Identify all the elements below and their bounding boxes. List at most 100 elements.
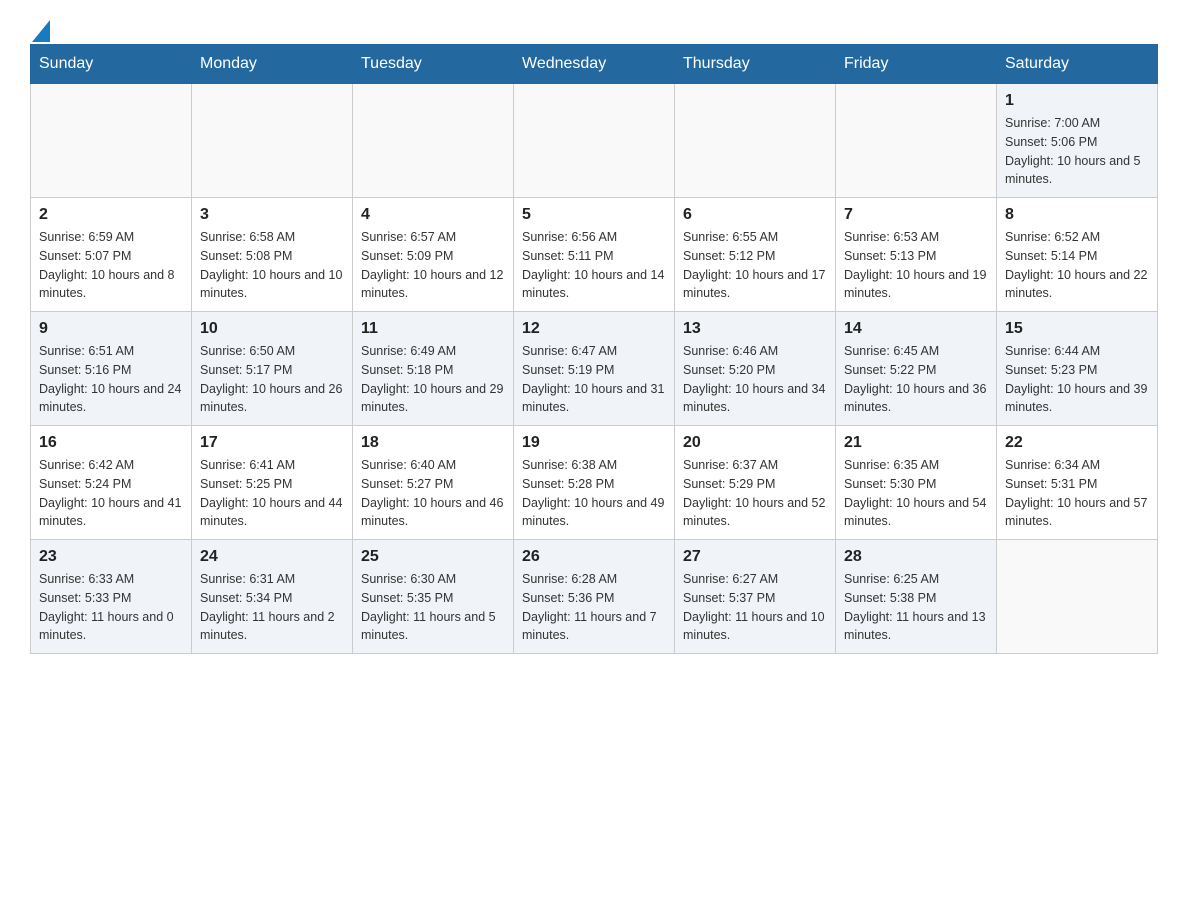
calendar-header-row: SundayMondayTuesdayWednesdayThursdayFrid… [31, 45, 1158, 84]
calendar-day-cell: 10 Sunrise: 6:50 AM Sunset: 5:17 PM Dayli… [192, 312, 353, 426]
calendar-day-cell [675, 84, 836, 198]
day-info: Sunrise: 6:27 AM Sunset: 5:37 PM Dayligh… [683, 570, 827, 645]
calendar-day-cell: 19 Sunrise: 6:38 AM Sunset: 5:28 PM Dayli… [514, 426, 675, 540]
calendar-day-cell: 12 Sunrise: 6:47 AM Sunset: 5:19 PM Dayli… [514, 312, 675, 426]
day-info: Sunrise: 6:57 AM Sunset: 5:09 PM Dayligh… [361, 228, 505, 303]
day-number: 26 [522, 548, 666, 566]
day-number: 21 [844, 434, 988, 452]
calendar-day-cell [353, 84, 514, 198]
calendar-table: SundayMondayTuesdayWednesdayThursdayFrid… [30, 44, 1158, 654]
day-info: Sunrise: 6:45 AM Sunset: 5:22 PM Dayligh… [844, 342, 988, 417]
day-info: Sunrise: 6:41 AM Sunset: 5:25 PM Dayligh… [200, 456, 344, 531]
calendar-week-row: 2 Sunrise: 6:59 AM Sunset: 5:07 PM Daylig… [31, 198, 1158, 312]
calendar-week-row: 16Sunrise: 6:42 AM Sunset: 5:24 PM Dayli… [31, 426, 1158, 540]
day-number: 8 [1005, 206, 1149, 224]
calendar-day-cell: 17 Sunrise: 6:41 AM Sunset: 5:25 PM Dayli… [192, 426, 353, 540]
day-number: 2 [39, 206, 183, 224]
calendar-day-cell [514, 84, 675, 198]
day-info: Sunrise: 6:28 AM Sunset: 5:36 PM Dayligh… [522, 570, 666, 645]
day-number: 19 [522, 434, 666, 452]
calendar-day-cell: 7 Sunrise: 6:53 AM Sunset: 5:13 PM Daylig… [836, 198, 997, 312]
calendar-day-cell: 8 Sunrise: 6:52 AM Sunset: 5:14 PM Daylig… [997, 198, 1158, 312]
calendar-day-cell: 6Sunrise: 6:55 AM Sunset: 5:12 PM Daylig… [675, 198, 836, 312]
day-info: Sunrise: 6:37 AM Sunset: 5:29 PM Dayligh… [683, 456, 827, 531]
day-number: 18 [361, 434, 505, 452]
day-number: 25 [361, 548, 505, 566]
calendar-day-cell: 27 Sunrise: 6:27 AM Sunset: 5:37 PM Dayli… [675, 540, 836, 654]
day-number: 23 [39, 548, 183, 566]
calendar-day-cell: 2 Sunrise: 6:59 AM Sunset: 5:07 PM Daylig… [31, 198, 192, 312]
day-info: Sunrise: 6:34 AM Sunset: 5:31 PM Dayligh… [1005, 456, 1149, 531]
calendar-week-row: 1 Sunrise: 7:00 AM Sunset: 5:06 PM Daylig… [31, 84, 1158, 198]
calendar-day-cell: 15 Sunrise: 6:44 AM Sunset: 5:23 PM Dayli… [997, 312, 1158, 426]
calendar-day-cell: 11 Sunrise: 6:49 AM Sunset: 5:18 PM Dayli… [353, 312, 514, 426]
day-number: 10 [200, 320, 344, 338]
calendar-day-cell [997, 540, 1158, 654]
day-info: Sunrise: 6:30 AM Sunset: 5:35 PM Dayligh… [361, 570, 505, 645]
day-info: Sunrise: 6:58 AM Sunset: 5:08 PM Dayligh… [200, 228, 344, 303]
calendar-day-cell: 24 Sunrise: 6:31 AM Sunset: 5:34 PM Dayli… [192, 540, 353, 654]
day-number: 1 [1005, 92, 1149, 110]
day-info: Sunrise: 6:49 AM Sunset: 5:18 PM Dayligh… [361, 342, 505, 417]
day-info: Sunrise: 6:52 AM Sunset: 5:14 PM Dayligh… [1005, 228, 1149, 303]
day-header-friday: Friday [836, 45, 997, 84]
day-header-wednesday: Wednesday [514, 45, 675, 84]
day-header-tuesday: Tuesday [353, 45, 514, 84]
day-number: 3 [200, 206, 344, 224]
day-number: 14 [844, 320, 988, 338]
day-number: 6 [683, 206, 827, 224]
day-info: Sunrise: 6:50 AM Sunset: 5:17 PM Dayligh… [200, 342, 344, 417]
day-info: Sunrise: 6:46 AM Sunset: 5:20 PM Dayligh… [683, 342, 827, 417]
day-info: Sunrise: 6:40 AM Sunset: 5:27 PM Dayligh… [361, 456, 505, 531]
calendar-day-cell: 16Sunrise: 6:42 AM Sunset: 5:24 PM Dayli… [31, 426, 192, 540]
calendar-day-cell: 20 Sunrise: 6:37 AM Sunset: 5:29 PM Dayli… [675, 426, 836, 540]
calendar-day-cell: 3 Sunrise: 6:58 AM Sunset: 5:08 PM Daylig… [192, 198, 353, 312]
day-header-sunday: Sunday [31, 45, 192, 84]
day-header-monday: Monday [192, 45, 353, 84]
day-info: Sunrise: 7:00 AM Sunset: 5:06 PM Dayligh… [1005, 114, 1149, 189]
day-number: 17 [200, 434, 344, 452]
day-number: 24 [200, 548, 344, 566]
day-number: 5 [522, 206, 666, 224]
day-number: 12 [522, 320, 666, 338]
calendar-day-cell [836, 84, 997, 198]
day-number: 28 [844, 548, 988, 566]
day-info: Sunrise: 6:35 AM Sunset: 5:30 PM Dayligh… [844, 456, 988, 531]
day-info: Sunrise: 6:25 AM Sunset: 5:38 PM Dayligh… [844, 570, 988, 645]
day-header-saturday: Saturday [997, 45, 1158, 84]
day-number: 27 [683, 548, 827, 566]
calendar-day-cell: 18 Sunrise: 6:40 AM Sunset: 5:27 PM Dayli… [353, 426, 514, 540]
day-info: Sunrise: 6:42 AM Sunset: 5:24 PM Dayligh… [39, 456, 183, 531]
calendar-day-cell: 28 Sunrise: 6:25 AM Sunset: 5:38 PM Dayli… [836, 540, 997, 654]
calendar-day-cell: 5 Sunrise: 6:56 AM Sunset: 5:11 PM Daylig… [514, 198, 675, 312]
day-info: Sunrise: 6:31 AM Sunset: 5:34 PM Dayligh… [200, 570, 344, 645]
calendar-week-row: 9 Sunrise: 6:51 AM Sunset: 5:16 PM Daylig… [31, 312, 1158, 426]
calendar-day-cell: 14 Sunrise: 6:45 AM Sunset: 5:22 PM Dayli… [836, 312, 997, 426]
calendar-day-cell: 1 Sunrise: 7:00 AM Sunset: 5:06 PM Daylig… [997, 84, 1158, 198]
calendar-day-cell [192, 84, 353, 198]
day-info: Sunrise: 6:44 AM Sunset: 5:23 PM Dayligh… [1005, 342, 1149, 417]
day-info: Sunrise: 6:47 AM Sunset: 5:19 PM Dayligh… [522, 342, 666, 417]
day-info: Sunrise: 6:38 AM Sunset: 5:28 PM Dayligh… [522, 456, 666, 531]
day-number: 15 [1005, 320, 1149, 338]
calendar-day-cell: 21 Sunrise: 6:35 AM Sunset: 5:30 PM Dayli… [836, 426, 997, 540]
day-info: Sunrise: 6:53 AM Sunset: 5:13 PM Dayligh… [844, 228, 988, 303]
page-header [30, 20, 1158, 34]
day-info: Sunrise: 6:59 AM Sunset: 5:07 PM Dayligh… [39, 228, 183, 303]
calendar-day-cell [31, 84, 192, 198]
day-info: Sunrise: 6:51 AM Sunset: 5:16 PM Dayligh… [39, 342, 183, 417]
day-info: Sunrise: 6:56 AM Sunset: 5:11 PM Dayligh… [522, 228, 666, 303]
day-number: 20 [683, 434, 827, 452]
day-number: 9 [39, 320, 183, 338]
day-header-thursday: Thursday [675, 45, 836, 84]
calendar-day-cell: 25 Sunrise: 6:30 AM Sunset: 5:35 PM Dayli… [353, 540, 514, 654]
calendar-day-cell: 26 Sunrise: 6:28 AM Sunset: 5:36 PM Dayli… [514, 540, 675, 654]
calendar-week-row: 23Sunrise: 6:33 AM Sunset: 5:33 PM Dayli… [31, 540, 1158, 654]
day-number: 4 [361, 206, 505, 224]
day-number: 7 [844, 206, 988, 224]
calendar-day-cell: 9 Sunrise: 6:51 AM Sunset: 5:16 PM Daylig… [31, 312, 192, 426]
day-number: 11 [361, 320, 505, 338]
day-number: 22 [1005, 434, 1149, 452]
calendar-day-cell: 13Sunrise: 6:46 AM Sunset: 5:20 PM Dayli… [675, 312, 836, 426]
calendar-day-cell: 4 Sunrise: 6:57 AM Sunset: 5:09 PM Daylig… [353, 198, 514, 312]
